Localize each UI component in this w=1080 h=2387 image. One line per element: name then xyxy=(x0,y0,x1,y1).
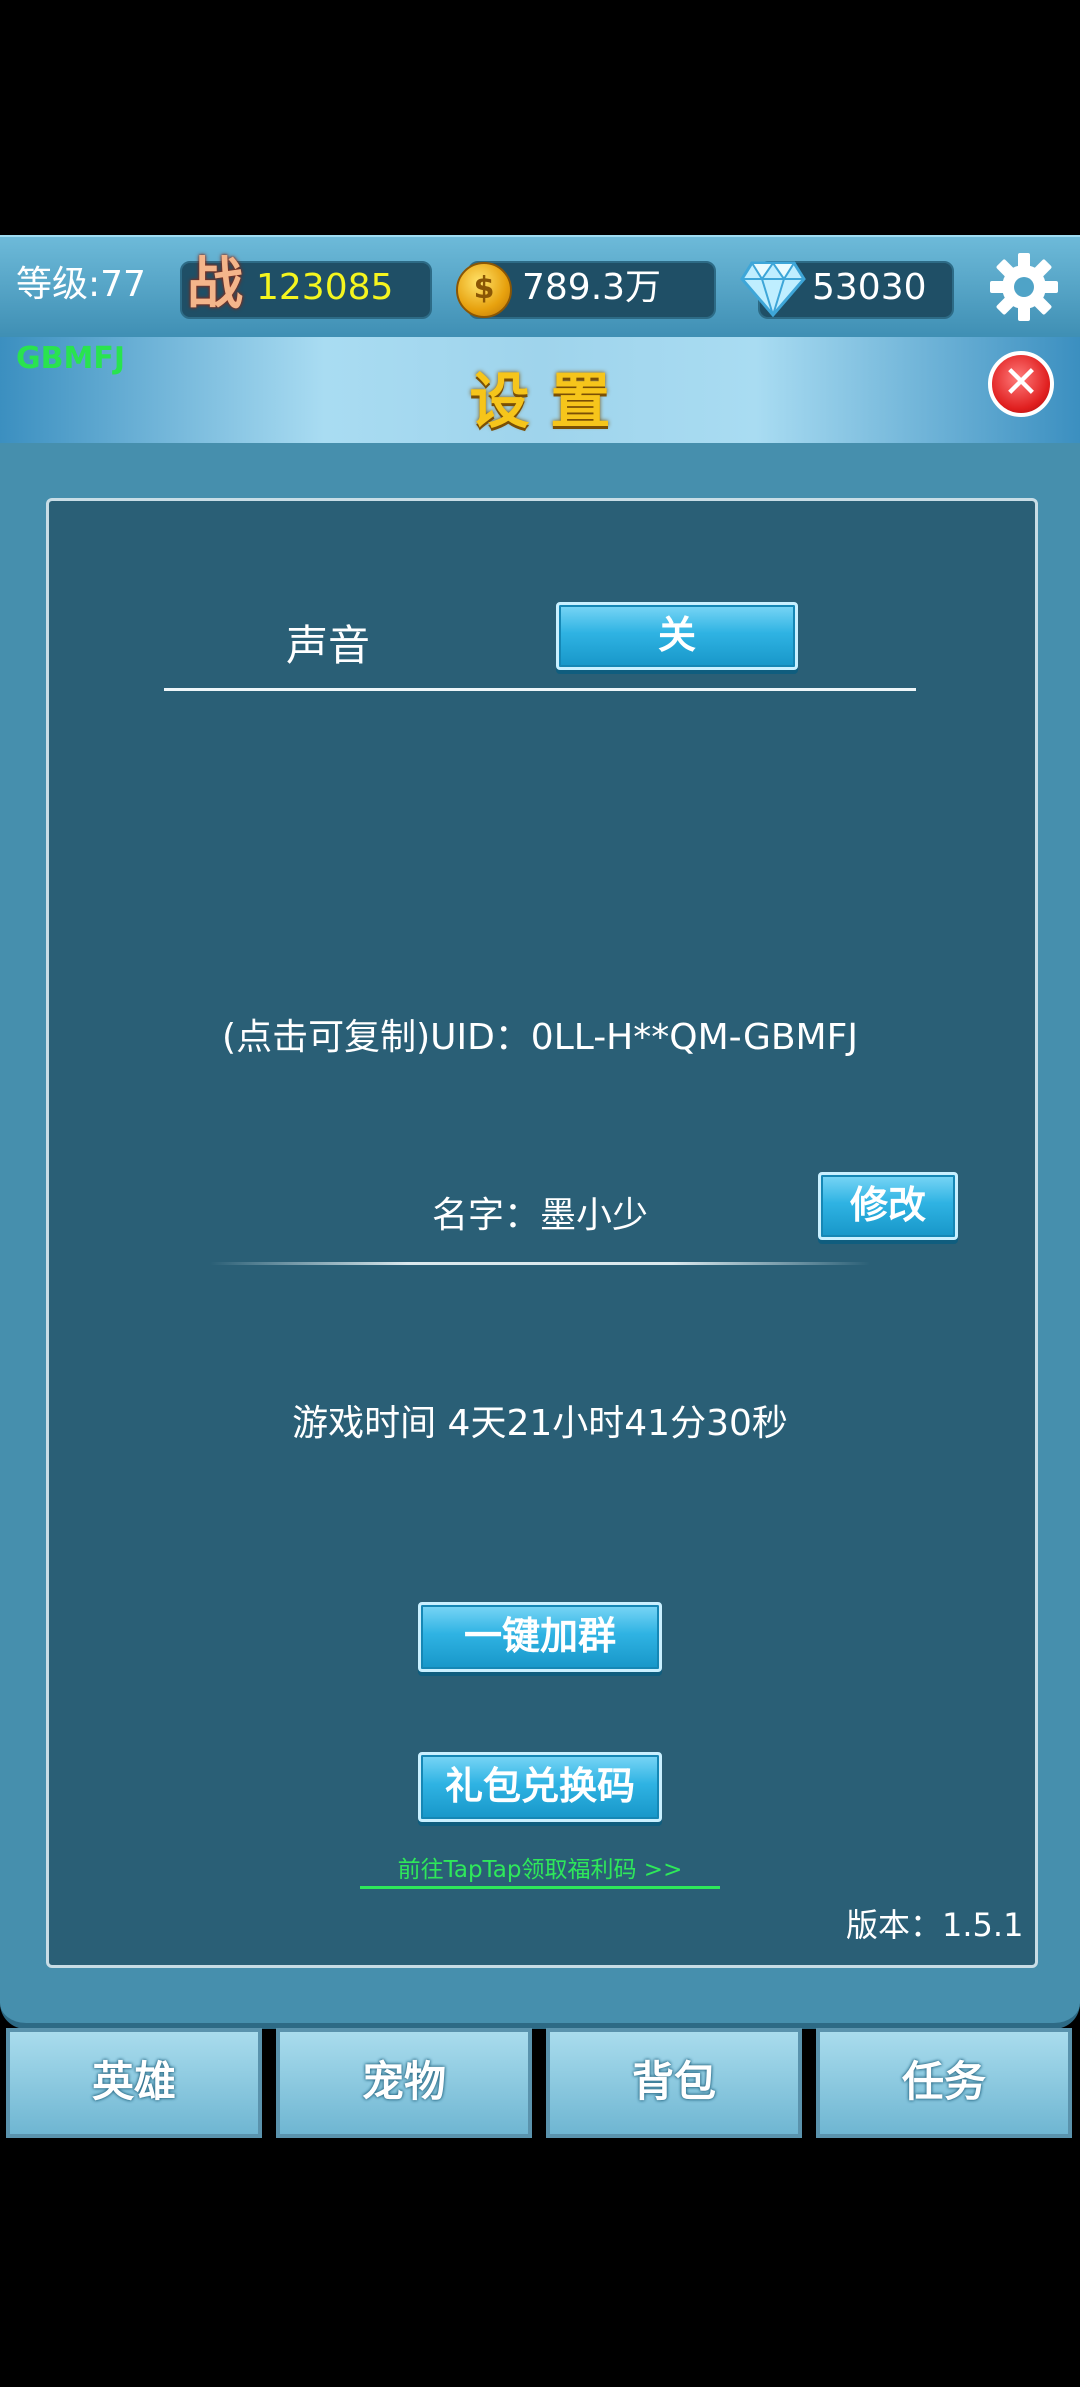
player-level: 等级:77 xyxy=(16,264,146,305)
sound-label: 声音 xyxy=(286,621,371,670)
tab-pets[interactable]: 宠物 xyxy=(276,2028,532,2138)
page-title: 设 置 xyxy=(469,367,611,437)
version-text: 版本：1.5.1 xyxy=(846,1906,1024,1944)
battle-icon: 战 xyxy=(187,252,243,317)
battle-power-value: 123085 xyxy=(256,267,394,308)
tab-heroes[interactable]: 英雄 xyxy=(6,2028,262,2138)
gold-value: 789.3万 xyxy=(522,267,662,308)
divider xyxy=(164,688,916,691)
player-name: 名字：墨小少 xyxy=(432,1195,649,1236)
modify-name-button[interactable]: 修改 xyxy=(818,1172,958,1240)
gift-code-button[interactable]: 礼包兑换码 xyxy=(418,1752,662,1822)
link-underline xyxy=(360,1886,720,1889)
tab-tasks[interactable]: 任务 xyxy=(816,2028,1072,2138)
sound-toggle-button[interactable]: 关 xyxy=(556,602,798,670)
tab-backpack[interactable]: 背包 xyxy=(546,2028,802,2138)
diamond-value: 53030 xyxy=(812,267,927,308)
close-button[interactable]: ✕ xyxy=(988,351,1054,417)
uid-text[interactable]: (点击可复制)UID：0LL-H**QM-GBMFJ xyxy=(0,1008,1080,1060)
playtime-text: 游戏时间 4天21小时41分30秒 xyxy=(292,1403,788,1444)
taptap-link[interactable]: 前往TapTap领取福利码 >> xyxy=(360,1850,720,1884)
gold-coin-icon: $ xyxy=(456,262,512,318)
resource-bar: 等级:77 战 123085 $ 789.3万 53030 xyxy=(0,235,1080,337)
gear-icon[interactable] xyxy=(988,251,1060,323)
diamond-icon xyxy=(740,261,806,317)
settings-header: GBMFJ 设 置 ✕ xyxy=(0,337,1080,446)
divider xyxy=(210,1262,870,1265)
join-group-button[interactable]: 一键加群 xyxy=(418,1602,662,1672)
